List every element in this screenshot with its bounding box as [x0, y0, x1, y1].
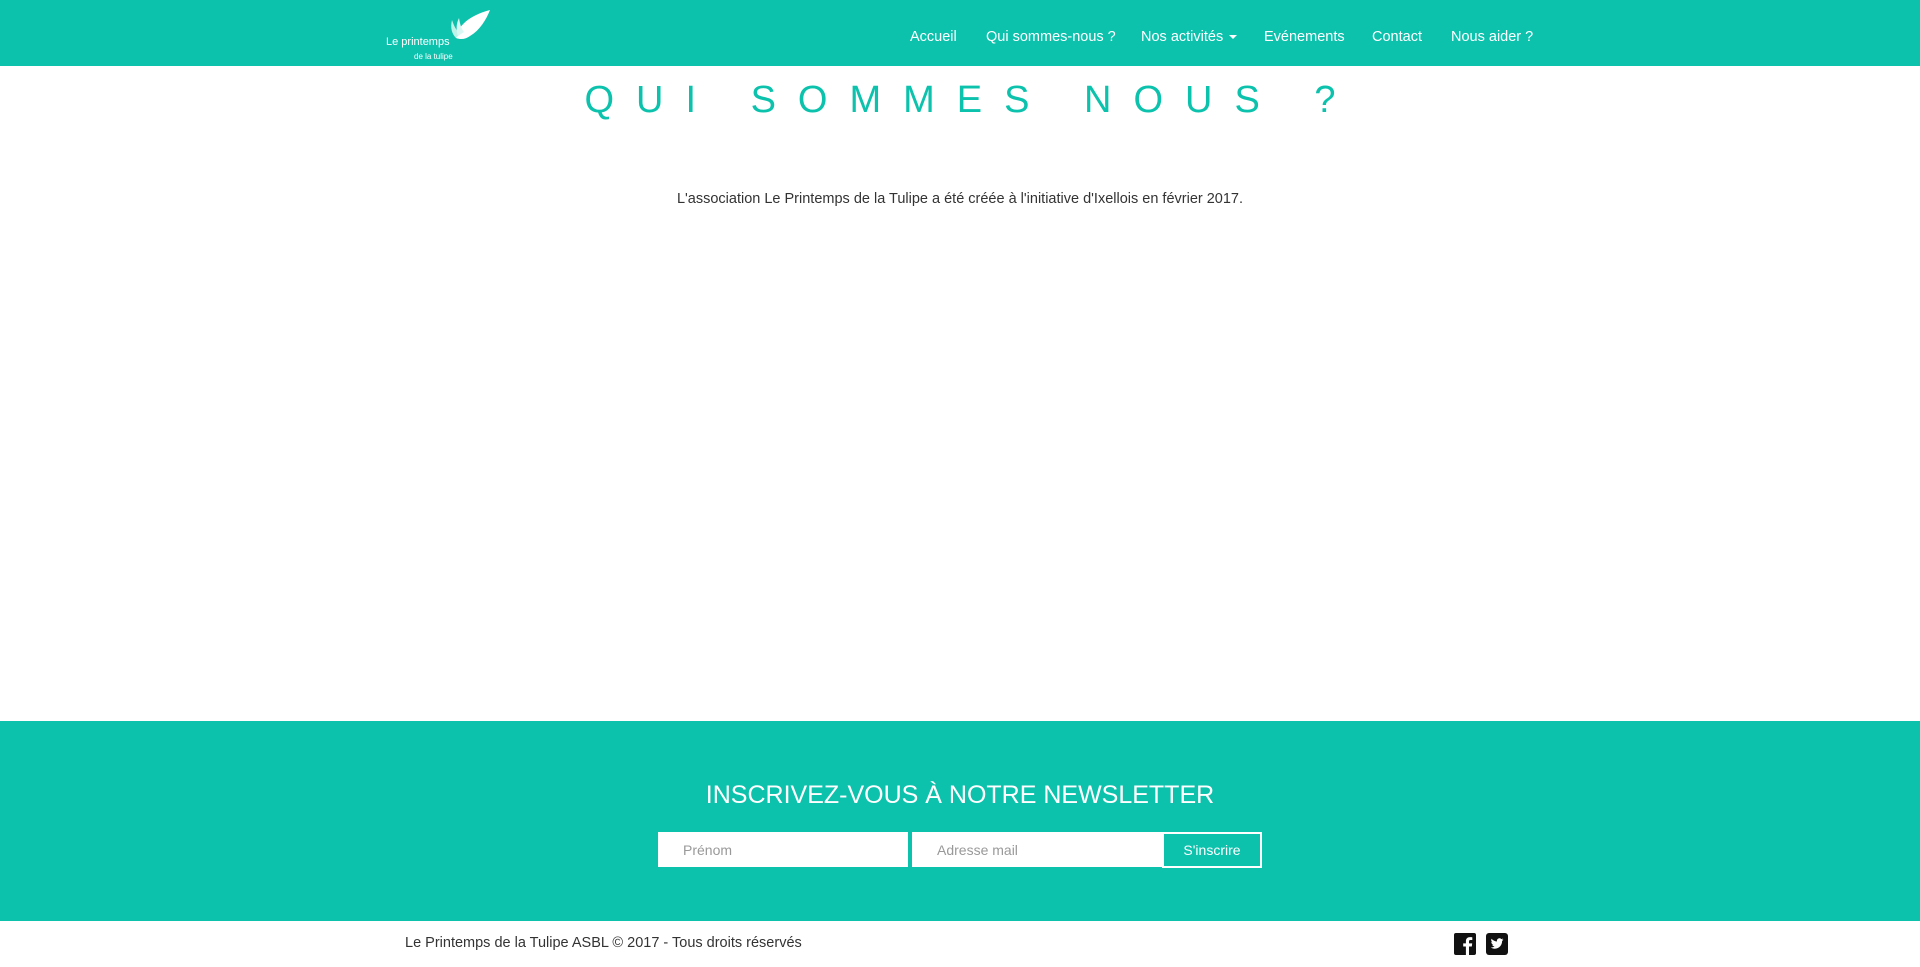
firstname-input[interactable] [658, 832, 908, 867]
newsletter-title: INSCRIVEZ-VOUS À NOTRE NEWSLETTER [705, 781, 1215, 809]
nav-item-evenements[interactable]: Evénements [1264, 28, 1345, 46]
nav-item-qui-sommes-nous[interactable]: Qui sommes-nous ? [986, 28, 1116, 46]
nav-item-contact[interactable]: Contact [1372, 28, 1422, 46]
subscribe-button[interactable]: S'inscrire [1162, 832, 1262, 868]
facebook-icon[interactable] [1454, 933, 1476, 955]
nav-item-nos-activites-label: Nos activités [1141, 29, 1224, 45]
logo-text-line2: de la tulipe [414, 52, 453, 61]
site-logo[interactable]: Le printemps de la tulipe [386, 8, 492, 62]
nav-item-nos-activites[interactable]: Nos activités [1141, 28, 1238, 46]
logo-text-line1: Le printemps [386, 36, 450, 48]
navbar: Le printemps de la tulipe Accueil Qui so… [0, 0, 1920, 66]
email-input[interactable] [912, 832, 1162, 867]
page-title: QUI SOMMES NOUS ? [584, 79, 1358, 121]
wing-icon [451, 10, 490, 40]
nav-item-nous-aider[interactable]: Nous aider ? [1451, 28, 1533, 46]
footer: Le Printemps de la Tulipe ASBL © 2017 - … [0, 921, 1920, 967]
nav-item-accueil[interactable]: Accueil [910, 28, 957, 46]
copyright-text: Le Printemps de la Tulipe ASBL © 2017 - … [405, 935, 802, 951]
twitter-icon[interactable] [1486, 933, 1508, 955]
newsletter-section: INSCRIVEZ-VOUS À NOTRE NEWSLETTER S'insc… [0, 721, 1920, 921]
intro-text: L'association Le Printemps de la Tulipe … [676, 191, 1244, 207]
logo-graphic: Le printemps de la tulipe [386, 10, 490, 61]
chevron-down-icon [1229, 35, 1238, 40]
